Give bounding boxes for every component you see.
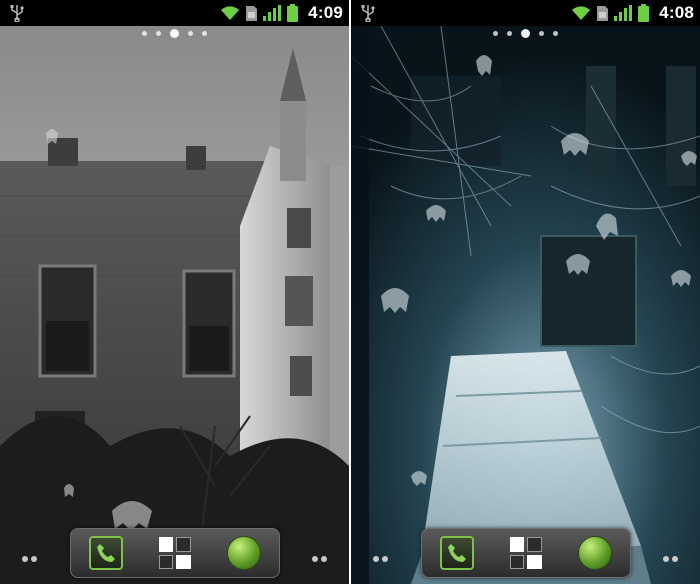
page-dot[interactable] <box>553 31 558 36</box>
previous-screen-button[interactable] <box>22 556 37 562</box>
phone-button[interactable] <box>437 533 477 573</box>
page-dot[interactable] <box>493 31 498 36</box>
usb-icon <box>361 5 375 22</box>
next-screen-button[interactable] <box>663 556 678 562</box>
phone-icon <box>96 544 115 562</box>
phone-icon <box>447 544 466 562</box>
status-clock: 4:08 <box>659 3 694 22</box>
browser-icon <box>227 536 262 570</box>
page-dot[interactable] <box>142 31 147 36</box>
previous-screen-button[interactable] <box>373 556 388 562</box>
wifi-icon <box>221 6 240 20</box>
page-indicator <box>0 29 349 38</box>
app-launcher-button[interactable] <box>506 533 546 573</box>
status-clock: 4:09 <box>308 3 343 22</box>
wallpaper-haunted-castle <box>0 26 349 584</box>
launcher-icon <box>158 537 191 569</box>
browser-icon <box>578 536 613 570</box>
browser-button[interactable] <box>575 533 615 573</box>
sim-icon <box>597 5 609 21</box>
next-screen-button[interactable] <box>312 556 327 562</box>
wifi-icon <box>572 6 591 20</box>
page-indicator <box>351 29 700 38</box>
app-launcher-button[interactable] <box>155 533 195 573</box>
phone-button[interactable] <box>86 533 126 573</box>
usb-icon <box>10 5 24 22</box>
browser-button[interactable] <box>224 533 264 573</box>
signal-icon <box>263 5 282 21</box>
page-dot[interactable] <box>507 31 512 36</box>
dock <box>70 528 280 578</box>
battery-icon <box>638 4 650 22</box>
launcher-icon <box>509 537 542 569</box>
dock <box>421 528 631 578</box>
page-dot-active[interactable] <box>521 29 530 38</box>
right-phone-screen: 4:08 <box>351 0 700 584</box>
sim-icon <box>246 5 258 21</box>
status-bar: 4:09 <box>0 0 349 26</box>
signal-icon <box>614 5 633 21</box>
page-dot[interactable] <box>202 31 207 36</box>
wallpaper-haunted-lab <box>351 26 700 584</box>
page-dot[interactable] <box>539 31 544 36</box>
page-dot[interactable] <box>156 31 161 36</box>
status-bar: 4:08 <box>351 0 700 26</box>
battery-icon <box>287 4 299 22</box>
left-phone-screen: 4:09 <box>0 0 349 584</box>
page-dot[interactable] <box>188 31 193 36</box>
page-dot-active[interactable] <box>170 29 179 38</box>
